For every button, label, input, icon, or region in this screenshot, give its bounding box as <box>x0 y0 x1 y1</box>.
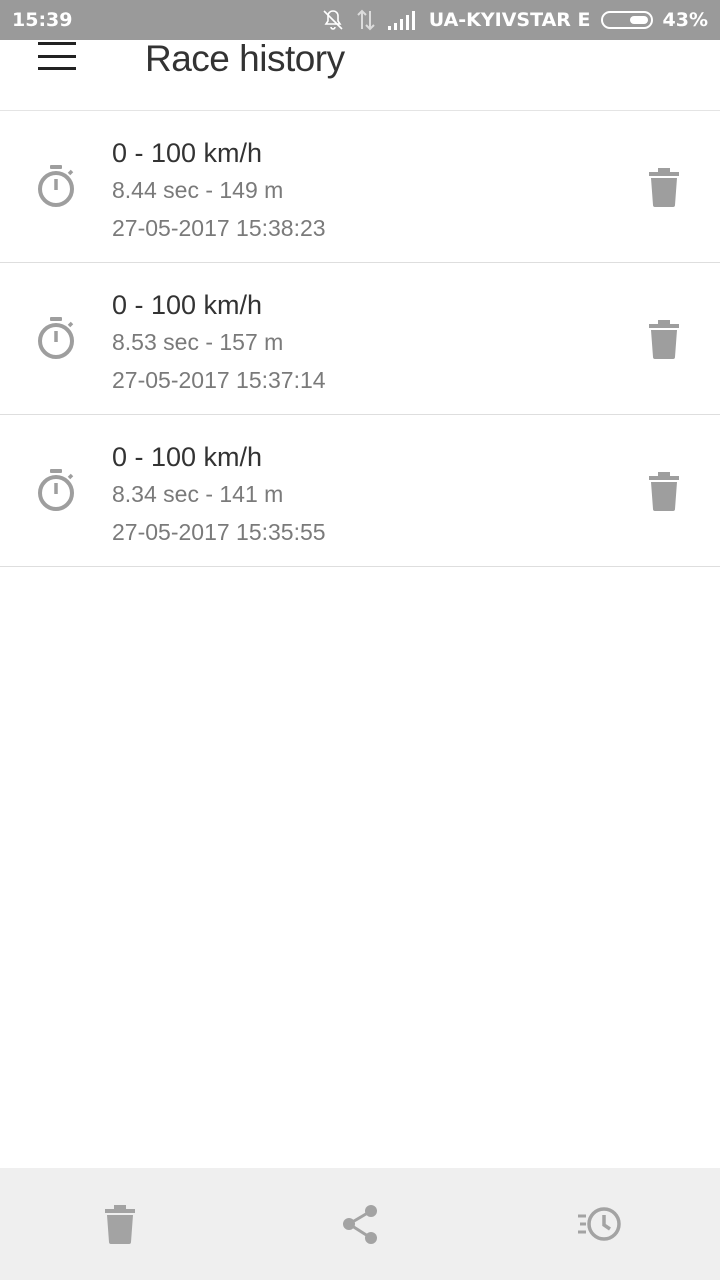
menu-line <box>38 67 76 70</box>
race-details: 0 - 100 km/h 8.44 sec - 149 m 27-05-2017… <box>112 135 326 247</box>
stopwatch-icon <box>38 165 74 207</box>
race-title: 0 - 100 km/h <box>112 138 263 168</box>
race-date: 27-05-2017 15:35:55 <box>112 519 326 545</box>
race-title: 0 - 100 km/h <box>112 290 263 320</box>
status-icons: UA-KYIVSTAR E 43% <box>321 8 708 32</box>
list-item[interactable]: 0 - 100 km/h 8.34 sec - 141 m 27-05-2017… <box>0 415 720 567</box>
signal-icon <box>387 11 415 30</box>
bell-off-icon <box>323 10 343 30</box>
trash-icon[interactable] <box>648 471 680 511</box>
trash-icon[interactable] <box>648 167 680 207</box>
race-details: 0 - 100 km/h 8.34 sec - 141 m 27-05-2017… <box>112 439 326 551</box>
bottom-action-bar <box>0 1168 720 1280</box>
hamburger-menu-icon[interactable] <box>30 40 82 70</box>
carrier-name: UA-KYIVSTAR E <box>428 9 591 31</box>
list-item[interactable]: 0 - 100 km/h 8.44 sec - 149 m 27-05-2017… <box>0 111 720 263</box>
history-icon[interactable] <box>577 1204 623 1244</box>
delete-all-icon[interactable] <box>97 1204 143 1244</box>
list-item[interactable]: 0 - 100 km/h 8.53 sec - 157 m 27-05-2017… <box>0 263 720 415</box>
menu-line <box>38 54 76 58</box>
race-date: 27-05-2017 15:37:14 <box>112 367 326 393</box>
share-icon[interactable] <box>337 1204 383 1244</box>
data-transfer-icon <box>357 9 375 31</box>
status-time: 15:39 <box>12 9 73 31</box>
race-title: 0 - 100 km/h <box>112 442 263 472</box>
page-title: Race history <box>145 38 345 79</box>
battery-icon <box>600 11 653 29</box>
battery-fill <box>629 16 648 24</box>
app-bar: Race history <box>0 38 720 111</box>
race-list: 0 - 100 km/h 8.44 sec - 149 m 27-05-2017… <box>0 111 720 567</box>
race-stats: 8.34 sec - 141 m <box>112 481 284 507</box>
screen: 15:39 UA-KYIVSTAR E 43% Race history 0 -… <box>0 0 720 1280</box>
menu-line <box>38 42 76 45</box>
race-details: 0 - 100 km/h 8.53 sec - 157 m 27-05-2017… <box>112 287 326 399</box>
status-bar: 15:39 UA-KYIVSTAR E 43% <box>0 0 720 40</box>
stopwatch-icon <box>38 317 74 359</box>
race-stats: 8.44 sec - 149 m <box>112 177 284 203</box>
battery-percent: 43% <box>662 9 708 31</box>
stopwatch-icon <box>38 469 74 511</box>
race-date: 27-05-2017 15:38:23 <box>112 215 326 241</box>
race-stats: 8.53 sec - 157 m <box>112 329 284 355</box>
trash-icon[interactable] <box>648 319 680 359</box>
